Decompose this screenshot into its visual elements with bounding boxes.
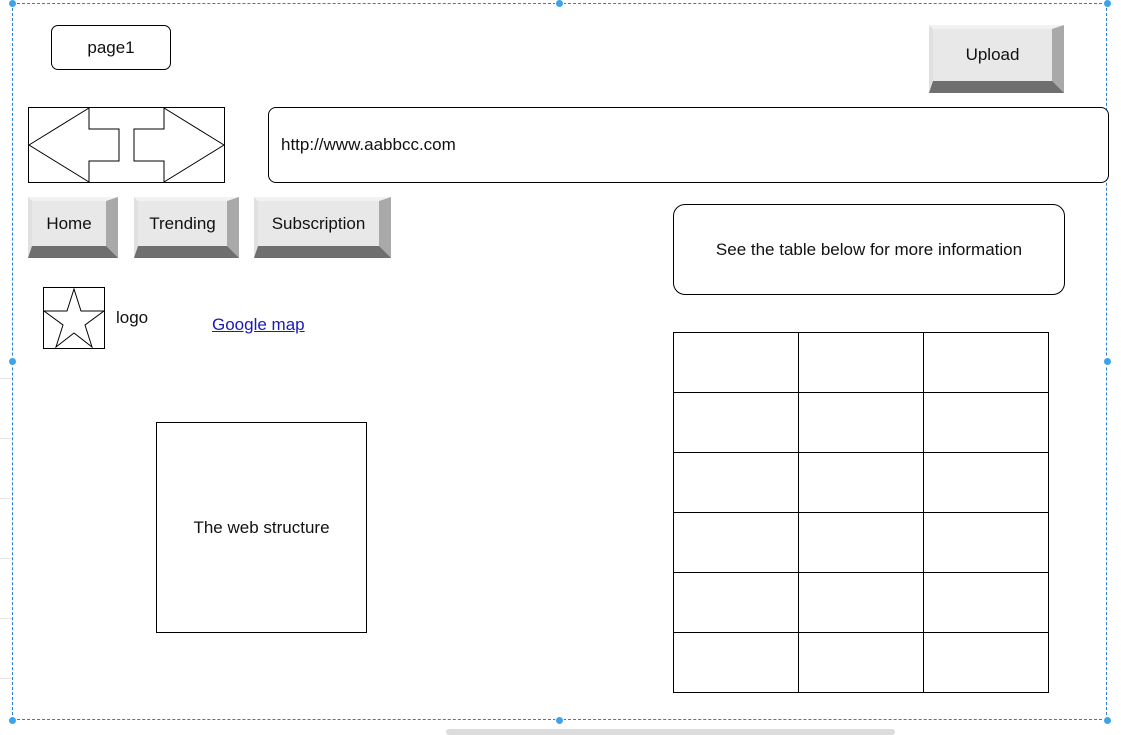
table-cell: [923, 632, 1049, 693]
web-structure-label: The web structure: [193, 517, 330, 537]
table-cell: [923, 452, 1049, 513]
table-row: [673, 632, 1049, 693]
logo-label: logo: [116, 308, 149, 327]
upload-button[interactable]: Upload: [929, 25, 1064, 93]
table-cell: [798, 512, 924, 573]
table-cell: [923, 572, 1049, 633]
subscription-button[interactable]: Subscription: [254, 197, 391, 258]
google-map-link[interactable]: Google map: [212, 315, 305, 335]
nav-arrows: [28, 107, 225, 183]
url-input[interactable]: http://www.aabbcc.com: [268, 107, 1109, 183]
resize-handle-bottom[interactable]: [555, 716, 564, 725]
page-label[interactable]: page1: [51, 25, 171, 70]
resize-handle-bottom-right[interactable]: [1103, 716, 1112, 725]
table-row: [673, 452, 1049, 513]
canvas-grid-line: [0, 558, 12, 559]
table-cell: [923, 512, 1049, 573]
canvas-grid-line: [0, 378, 12, 379]
table-cell: [673, 392, 799, 453]
info-table: [673, 332, 1049, 693]
subscription-button-label: Subscription: [271, 213, 366, 233]
table-cell: [673, 452, 799, 513]
canvas-grid-line: [0, 498, 12, 499]
resize-handle-top-right[interactable]: [1103, 0, 1112, 8]
canvas-grid-line: [0, 678, 12, 679]
canvas-grid-line: [0, 438, 12, 439]
trending-button[interactable]: Trending: [134, 197, 239, 258]
table-row: [673, 572, 1049, 633]
home-button-label: Home: [46, 213, 92, 233]
table-cell: [923, 332, 1049, 393]
table-cell: [798, 572, 924, 633]
info-text: See the table below for more information: [715, 239, 1023, 259]
table-cell: [798, 392, 924, 453]
table-cell: [923, 392, 1049, 453]
table-cell: [673, 632, 799, 693]
table-row: [673, 512, 1049, 573]
table-cell: [673, 512, 799, 573]
table-cell: [798, 632, 924, 693]
table-row: [673, 392, 1049, 453]
trending-button-label: Trending: [149, 213, 216, 233]
upload-button-label: Upload: [965, 45, 1020, 64]
resize-handle-left[interactable]: [8, 357, 17, 366]
info-box: See the table below for more information: [673, 204, 1065, 295]
table-cell: [798, 332, 924, 393]
horizontal-scrollbar[interactable]: [446, 729, 895, 735]
resize-handle-bottom-left[interactable]: [8, 716, 17, 725]
star-icon: [43, 287, 105, 349]
table-row: [673, 332, 1049, 393]
canvas-grid-line: [0, 618, 12, 619]
table-cell: [673, 572, 799, 633]
url-text: http://www.aabbcc.com: [281, 135, 456, 154]
home-button[interactable]: Home: [28, 197, 118, 258]
resize-handle-right[interactable]: [1103, 357, 1112, 366]
table-cell: [798, 452, 924, 513]
table-cell: [673, 332, 799, 393]
web-structure-box: The web structure: [156, 422, 367, 633]
